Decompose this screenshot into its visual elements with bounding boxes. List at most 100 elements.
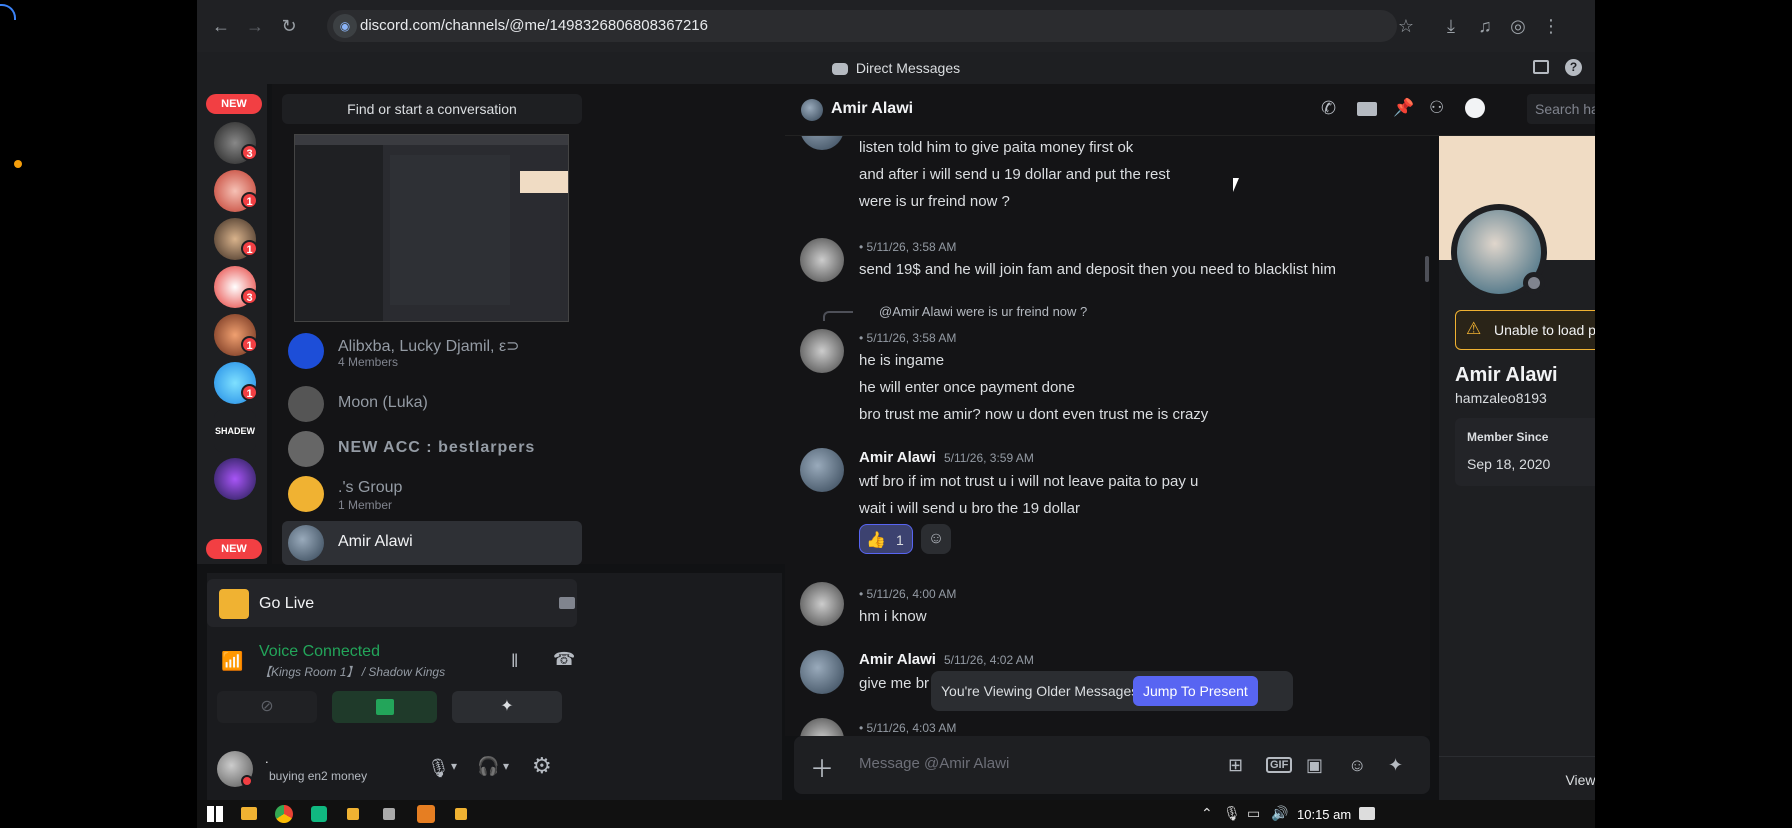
video-call-icon[interactable]	[1357, 102, 1377, 116]
avatar	[288, 386, 324, 422]
avatar	[800, 329, 844, 373]
tray-volume-icon[interactable]: 🔊	[1271, 805, 1288, 822]
emoji-icon[interactable]: ☺	[1348, 755, 1366, 776]
inbox-icon[interactable]	[1533, 60, 1549, 74]
disconnect-icon[interactable]: ☎	[553, 649, 575, 670]
go-live-row[interactable]: Go Live	[207, 579, 577, 627]
audio-options-chevron-icon[interactable]: ▾	[503, 759, 509, 773]
reply-preview[interactable]: @Amir Alawi were is ur freind now ?	[879, 304, 1087, 319]
app-taskbar-icon[interactable]	[417, 805, 435, 823]
windows-start-icon[interactable]	[207, 806, 223, 822]
avatar	[800, 448, 844, 492]
profile-display-name: Amir Alawi	[1455, 364, 1558, 386]
tray-network-icon[interactable]: ▭	[1247, 805, 1260, 822]
new-pill[interactable]: NEW	[206, 94, 262, 114]
gift-icon[interactable]: ⊞	[1228, 755, 1243, 776]
find-conversation-button[interactable]: Find or start a conversation	[282, 94, 582, 124]
view-full-profile-button[interactable]: View Full Profile	[1439, 772, 1595, 788]
gif-icon[interactable]: GIF	[1266, 757, 1293, 773]
help-icon[interactable]: ?	[1565, 59, 1582, 76]
message-input[interactable]: Message @Amir Alawi	[859, 755, 1009, 772]
voice-call-icon[interactable]: ✆	[1321, 98, 1336, 119]
screen-share-icon	[375, 699, 394, 715]
settings-gear-icon[interactable]: ⚙	[532, 753, 552, 779]
chat-scrollbar[interactable]	[1425, 256, 1429, 282]
headphones-icon[interactable]: 🎧	[477, 756, 499, 777]
message-text: hm i know	[859, 608, 927, 625]
user-panel: Go Live 📶 Voice Connected 【Kings Room 1】…	[207, 573, 782, 800]
profile-divider	[1439, 756, 1595, 757]
unread-badge: 1	[241, 336, 258, 353]
new-pill[interactable]: NEW	[206, 539, 262, 559]
chrome-taskbar-icon[interactable]	[275, 805, 293, 823]
avatar	[800, 718, 844, 736]
download-icon[interactable]: ⤓	[1439, 14, 1463, 38]
app-taskbar-icon[interactable]	[455, 808, 467, 820]
sticker-icon[interactable]: ▣	[1306, 755, 1323, 776]
add-reaction-icon[interactable]: ☺	[921, 524, 951, 554]
voice-signal-icon: 📶	[221, 651, 244, 671]
profile-icon[interactable]: ◎	[1506, 14, 1530, 38]
dm-item[interactable]: NEW ACC : bestlarpers	[282, 427, 582, 471]
message-author[interactable]: Amir Alawi	[859, 651, 936, 668]
jump-to-present-button[interactable]: Jump To Present	[1133, 676, 1258, 706]
unread-badge: 3	[241, 288, 258, 305]
message-text: were is ur freind now ?	[859, 193, 1010, 210]
status-icon	[1523, 272, 1545, 294]
pin-icon[interactable]: 📌	[1393, 98, 1414, 118]
go-live-label: Go Live	[259, 595, 315, 612]
file-explorer-icon[interactable]	[241, 807, 257, 820]
screen-share-button[interactable]	[332, 691, 437, 723]
message-timestamp: • 5/11/26, 3:58 AM	[859, 240, 957, 254]
app-taskbar-icon[interactable]	[383, 808, 395, 820]
dm-item[interactable]: Moon (Luka)	[282, 382, 582, 426]
reload-icon[interactable]: ↻	[277, 14, 301, 38]
message-timestamp: 5/11/26, 4:02 AM	[943, 653, 1034, 667]
camera-off-button[interactable]: ⊘	[217, 691, 317, 723]
avatar	[800, 582, 844, 626]
message-composer[interactable]: ＋ Message @Amir Alawi ⊞ GIF ▣ ☺ ✦	[794, 736, 1430, 794]
menu-dots-icon[interactable]: ⋮	[1539, 14, 1563, 38]
forward-icon[interactable]: →	[243, 14, 267, 38]
close-go-live-icon[interactable]	[559, 597, 575, 609]
attach-plus-icon[interactable]: ＋	[810, 749, 834, 784]
search-input[interactable]: Search hamzaleo8193 ⌕	[1527, 94, 1595, 124]
dm-item[interactable]: .'s Group 1 Member	[282, 472, 582, 516]
dm-item-selected[interactable]: Amir Alawi	[282, 521, 582, 565]
soundboard-icon[interactable]: ‖	[511, 651, 518, 672]
dm-item-name: Alibxba, Lucky Djamil, ε⊃	[338, 338, 520, 355]
tray-chevron-icon[interactable]: ⌃	[1201, 805, 1213, 822]
app-taskbar-icon[interactable]	[311, 806, 327, 822]
message-author[interactable]: Amir Alawi	[859, 449, 936, 466]
microphone-icon[interactable]: 🎙	[427, 758, 450, 779]
message-text: give me br	[859, 675, 930, 692]
tray-mic-icon[interactable]: 🎙	[1223, 805, 1241, 822]
site-info-icon[interactable]: ◉	[333, 14, 357, 38]
server-icon[interactable]: SHADEW	[214, 410, 256, 452]
reaction-thumbs-up[interactable]: 👍 1	[859, 524, 913, 554]
activities-button[interactable]: ✦	[452, 691, 562, 723]
add-friends-icon[interactable]: ⚇	[1429, 98, 1444, 118]
member-since-card: Member Since Sep 18, 2020	[1455, 418, 1595, 486]
clock[interactable]: 10:15 am	[1297, 807, 1351, 822]
voice-channel[interactable]: 【Kings Room 1】 / Shadow Kings	[259, 663, 445, 680]
dm-item[interactable]: Alibxba, Lucky Djamil, ε⊃ 4 Members	[282, 329, 582, 373]
back-icon[interactable]: ←	[209, 14, 233, 38]
user-name: .	[265, 751, 269, 766]
taskbar: ⌃ 🎙 ▭ 🔊 10:15 am	[197, 800, 1595, 828]
user-profile-icon[interactable]	[1465, 98, 1485, 118]
mic-options-chevron-icon[interactable]: ▾	[451, 759, 457, 773]
bookmark-star-icon[interactable]: ☆	[1394, 14, 1418, 38]
screen-share-preview[interactable]	[294, 134, 569, 322]
voice-status[interactable]: Voice Connected	[259, 643, 380, 661]
notifications-icon[interactable]	[1359, 807, 1375, 820]
server-rail: NEW 3 1 1 3 1 1 SHADEW NEW	[197, 84, 267, 564]
server-icon[interactable]	[214, 458, 256, 500]
media-icon[interactable]: ♫	[1473, 14, 1497, 38]
profile-panel: ⚇ ⋯ ⚠ Unable to load parts of profile Am…	[1439, 136, 1595, 800]
app-taskbar-icon[interactable]	[347, 808, 359, 820]
unread-badge: 1	[241, 384, 258, 401]
recipient-name[interactable]: Amir Alawi	[831, 100, 913, 118]
message-timestamp: • 5/11/26, 3:58 AM	[859, 331, 957, 345]
apps-icon[interactable]: ✦	[1388, 755, 1403, 776]
